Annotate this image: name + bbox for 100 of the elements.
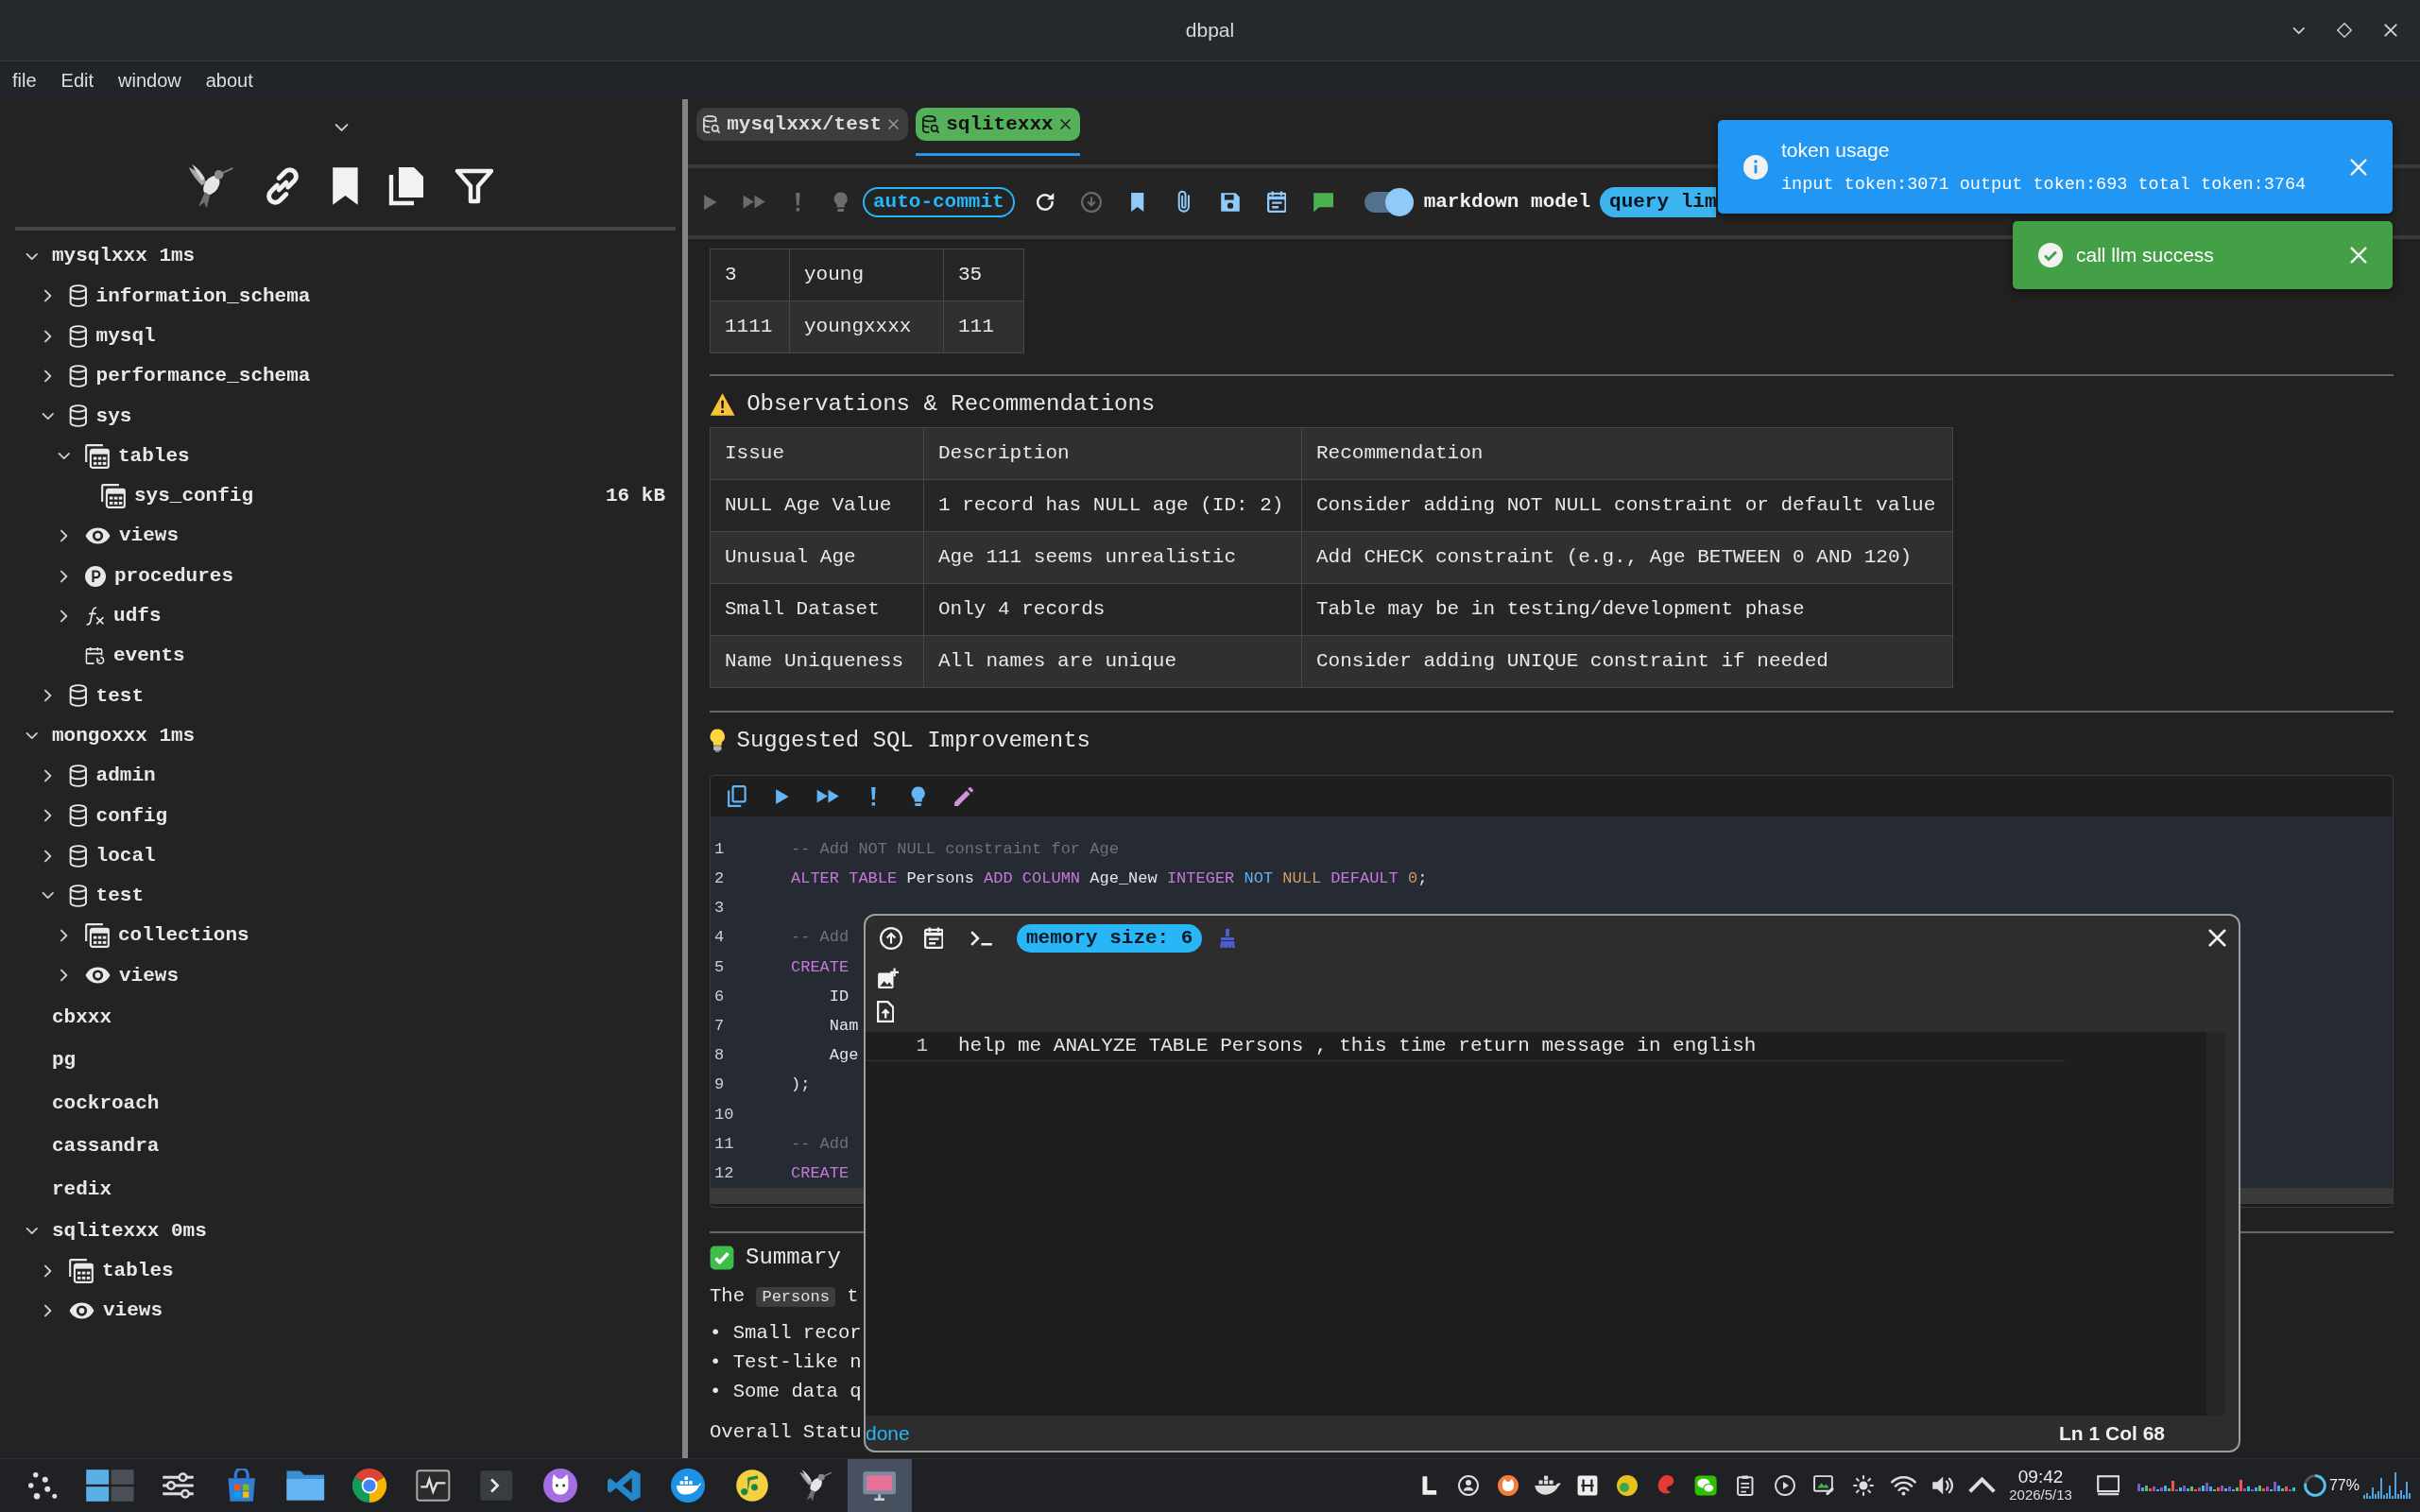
- chevron-right-icon[interactable]: [43, 1303, 53, 1317]
- play-icon[interactable]: [775, 787, 790, 805]
- prompt-editor[interactable]: 1 help me ANALYZE TABLE Persons , this time return message in english: [866, 1032, 2225, 1416]
- chevron-right-icon[interactable]: [60, 529, 69, 543]
- tree-item[interactable]: test: [95, 680, 144, 712]
- picture-icon[interactable]: [1813, 1475, 1835, 1496]
- code-line: ID: [828, 986, 850, 1007]
- paperclip-icon[interactable]: [1176, 190, 1192, 214]
- whale-icon[interactable]: [1533, 1475, 1563, 1496]
- bookmark-icon[interactable]: [1130, 191, 1145, 213]
- tree-item[interactable]: performance_schema: [95, 361, 311, 391]
- chevron-down-icon[interactable]: [26, 251, 39, 261]
- chevron-right-icon[interactable]: [43, 329, 53, 343]
- tree-item[interactable]: views: [119, 960, 179, 991]
- lightbulb-icon[interactable]: [911, 785, 926, 807]
- maximize-icon[interactable]: [2337, 23, 2352, 38]
- show-desktop-icon[interactable]: [2096, 1475, 2120, 1496]
- tree-item[interactable]: sys_config: [134, 481, 254, 511]
- chevron-right-icon[interactable]: [43, 769, 53, 782]
- ball-icon[interactable]: [1616, 1475, 1638, 1496]
- brightness-icon[interactable]: [1853, 1475, 1875, 1496]
- copy-icon[interactable]: [727, 784, 747, 808]
- tree-item[interactable]: redix: [52, 1174, 112, 1205]
- query-tab[interactable]: sqlitexxx: [916, 108, 1080, 141]
- minimize-icon[interactable]: [2291, 26, 2305, 35]
- chevron-right-icon[interactable]: [43, 1263, 53, 1278]
- clipboard-icon[interactable]: [1737, 1475, 1754, 1496]
- tree-item[interactable]: procedures: [114, 560, 234, 592]
- image-add-icon[interactable]: [877, 968, 899, 989]
- chevron-down-icon[interactable]: [26, 731, 39, 741]
- chevron-right-icon[interactable]: [60, 569, 69, 583]
- cat-face-icon[interactable]: [1498, 1475, 1519, 1496]
- play-circle-icon[interactable]: [1774, 1475, 1795, 1496]
- chevron-down-icon[interactable]: [42, 891, 55, 901]
- chevron-right-icon[interactable]: [43, 689, 53, 703]
- tree-item[interactable]: cassandra: [52, 1131, 160, 1161]
- tree-item[interactable]: events: [113, 641, 185, 671]
- tree-item[interactable]: mongoxxx 1ms: [52, 720, 196, 751]
- grid-tile-icon[interactable]: [1576, 1475, 1598, 1496]
- bookmark-icon[interactable]: [330, 164, 360, 207]
- swirl-icon[interactable]: [1656, 1475, 1676, 1496]
- tree-item[interactable]: test: [95, 881, 144, 911]
- broom-icon[interactable]: [1219, 927, 1237, 949]
- wifi-icon[interactable]: [1890, 1475, 1916, 1496]
- chevron-right-icon[interactable]: [60, 609, 69, 623]
- user-circle-icon[interactable]: [1458, 1475, 1480, 1496]
- corner-icon[interactable]: [1419, 1475, 1439, 1496]
- chat-bubbles-icon[interactable]: [1694, 1475, 1718, 1496]
- volume-icon[interactable]: [1931, 1475, 1955, 1496]
- tree-item[interactable]: information_schema: [95, 281, 311, 312]
- chevron-right-icon[interactable]: [60, 929, 69, 943]
- tree-item[interactable]: views: [119, 521, 179, 551]
- menu-item[interactable]: about: [193, 62, 266, 98]
- chevron-right-icon[interactable]: [43, 809, 53, 823]
- query-limit-button[interactable]: query lim: [1600, 186, 1717, 217]
- close-icon[interactable]: [1059, 119, 1071, 129]
- chevron-right-icon[interactable]: [43, 289, 53, 303]
- chevron-right-icon[interactable]: [43, 369, 53, 384]
- file-upload-icon[interactable]: [877, 1001, 895, 1022]
- refresh-icon[interactable]: [1035, 191, 1056, 213]
- tree-item[interactable]: cbxxx: [52, 1002, 112, 1033]
- tree-item[interactable]: cockroach: [52, 1088, 160, 1119]
- tree-item[interactable]: sqlitexxx 0ms: [52, 1215, 207, 1246]
- tree-item[interactable]: views: [103, 1296, 163, 1326]
- menu-item[interactable]: Edit: [48, 62, 107, 98]
- pencil-icon[interactable]: [953, 785, 974, 807]
- chevron-down-icon[interactable]: [58, 452, 71, 461]
- save-icon[interactable]: [1220, 191, 1242, 213]
- upload-icon[interactable]: [880, 926, 902, 950]
- tree-item[interactable]: collections: [118, 920, 249, 951]
- tree-item[interactable]: admin: [95, 761, 156, 791]
- chevron-down-icon[interactable]: [26, 1226, 39, 1235]
- terminal-icon[interactable]: [970, 930, 995, 946]
- toggle-switch[interactable]: [1364, 187, 1414, 216]
- chevron-right-icon[interactable]: [60, 969, 69, 983]
- chevron-down-icon[interactable]: [42, 411, 55, 421]
- tree-item[interactable]: sys: [95, 401, 132, 432]
- chevron-right-icon[interactable]: [43, 849, 53, 863]
- copy-icon[interactable]: [387, 164, 426, 207]
- query-tab[interactable]: mysqlxxx/test: [696, 108, 908, 141]
- tree-item[interactable]: local: [95, 840, 156, 871]
- tree-item[interactable]: tables: [102, 1255, 174, 1286]
- code-line: Nam: [828, 1015, 859, 1037]
- comment-icon[interactable]: [1312, 191, 1334, 213]
- fast-forward-icon[interactable]: [815, 789, 840, 803]
- calendar-icon[interactable]: [1266, 191, 1287, 213]
- collapse-icon[interactable]: [334, 123, 349, 132]
- auto-commit-button[interactable]: auto-commit: [863, 186, 1015, 217]
- memory-size-badge[interactable]: memory size: 6: [1017, 923, 1203, 953]
- tree-item[interactable]: tables: [118, 440, 190, 472]
- tree-item[interactable]: pg: [52, 1045, 77, 1075]
- clock-date: 2026/5/13: [2009, 1487, 2072, 1503]
- tree-item[interactable]: mysqlxxx 1ms: [52, 241, 196, 271]
- tree-item[interactable]: config: [95, 800, 168, 832]
- tree-item[interactable]: udfs: [113, 601, 162, 631]
- filter-icon[interactable]: [454, 166, 496, 205]
- menu-item[interactable]: window: [106, 62, 194, 98]
- tree-item[interactable]: mysql: [95, 321, 156, 352]
- exclamation-icon[interactable]: [869, 786, 877, 806]
- menu-item[interactable]: file: [0, 62, 49, 98]
